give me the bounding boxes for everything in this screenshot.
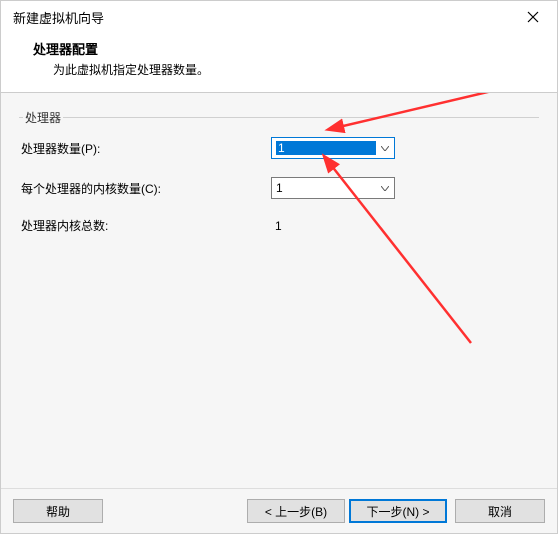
cores-per-select[interactable]: 1: [271, 177, 395, 199]
processors-select[interactable]: 1: [271, 137, 395, 159]
processors-value: 1: [276, 141, 376, 155]
chevron-down-icon: [376, 186, 394, 191]
window-title: 新建虚拟机向导: [13, 8, 104, 27]
cores-per-value: 1: [276, 181, 376, 195]
next-button[interactable]: 下一步(N) >: [349, 499, 447, 523]
cancel-button[interactable]: 取消: [455, 499, 545, 523]
content-area: 处理器 处理器数量(P): 1 每个处理器的内核数量(C): 1: [1, 93, 557, 488]
processors-row: 处理器数量(P): 1: [19, 131, 539, 165]
page-title: 处理器配置: [33, 39, 541, 58]
total-cores-label: 处理器内核总数:: [21, 217, 271, 234]
page-subtitle: 为此虚拟机指定处理器数量。: [33, 61, 541, 78]
wizard-dialog: 新建虚拟机向导 处理器配置 为此虚拟机指定处理器数量。 处理器 处理器数量(P)…: [0, 0, 558, 534]
cores-per-label: 每个处理器的内核数量(C):: [21, 180, 271, 197]
close-button[interactable]: [517, 7, 549, 27]
help-button[interactable]: 帮助: [13, 499, 103, 523]
back-button[interactable]: < 上一步(B): [247, 499, 345, 523]
processors-group: 处理器 处理器数量(P): 1 每个处理器的内核数量(C): 1: [19, 111, 539, 240]
processors-label: 处理器数量(P):: [21, 140, 271, 157]
cores-per-row: 每个处理器的内核数量(C): 1: [19, 171, 539, 205]
dialog-header: 处理器配置 为此虚拟机指定处理器数量。: [1, 31, 557, 92]
button-bar: 帮助 < 上一步(B) 下一步(N) > 取消: [1, 488, 557, 533]
chevron-down-icon: [376, 146, 394, 151]
titlebar: 新建虚拟机向导: [1, 1, 557, 31]
total-cores-value: 1: [271, 219, 282, 233]
total-cores-row: 处理器内核总数: 1: [19, 211, 539, 240]
close-icon: [527, 11, 539, 23]
group-legend: 处理器: [23, 109, 63, 126]
